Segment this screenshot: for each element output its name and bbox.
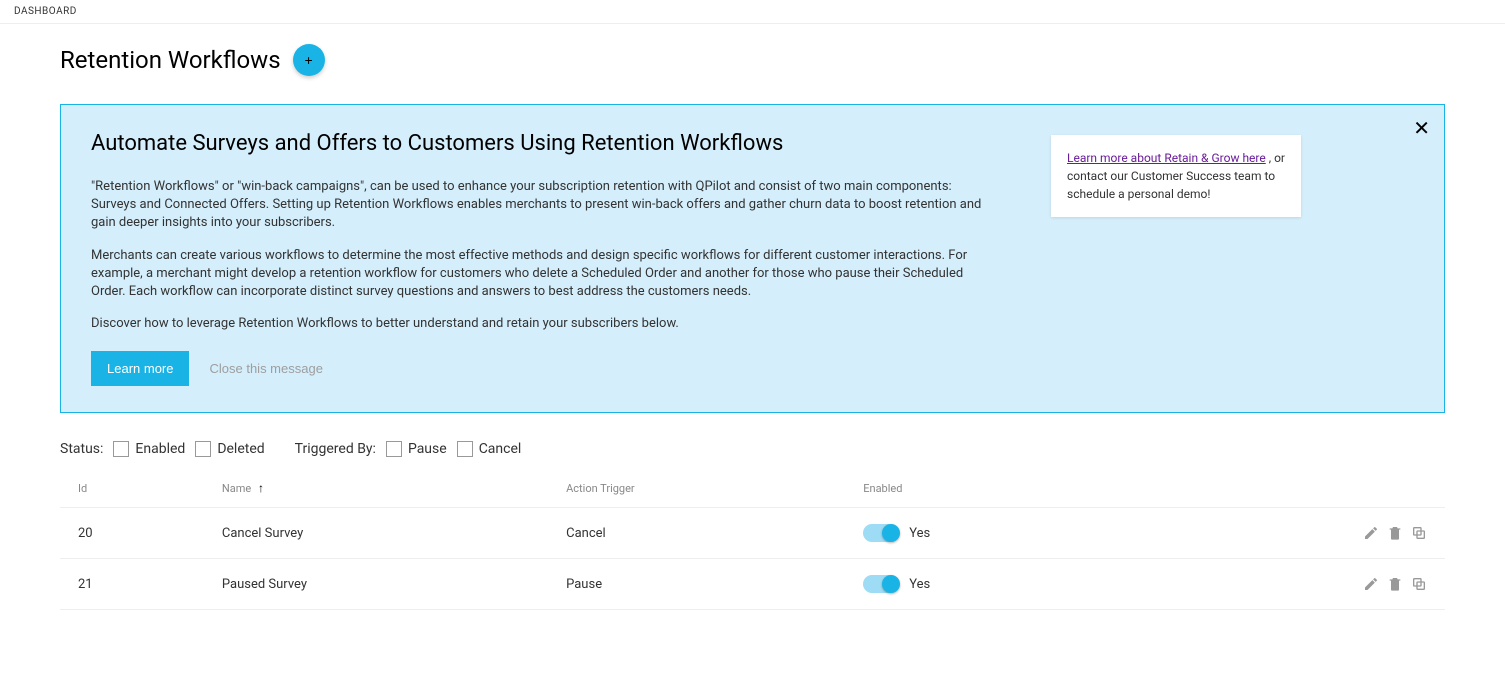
info-title: Automate Surveys and Offers to Customers…: [91, 131, 991, 156]
page-header: Retention Workflows +: [60, 44, 1445, 76]
cell-enabled: Yes: [845, 508, 1138, 559]
pause-checkbox[interactable]: Pause: [386, 441, 447, 457]
learn-more-button[interactable]: Learn more: [91, 351, 189, 386]
triggered-filter-group: Triggered By: Pause Cancel: [295, 441, 522, 457]
retain-grow-link[interactable]: Learn more about Retain & Grow here: [1067, 151, 1266, 165]
table-row: 20Cancel SurveyCancel Yes: [60, 508, 1445, 559]
copy-icon[interactable]: [1411, 576, 1427, 592]
enabled-toggle[interactable]: [863, 575, 899, 593]
edit-icon[interactable]: [1363, 525, 1379, 541]
enabled-checkbox-input[interactable]: [113, 441, 129, 457]
col-name-label: Name: [222, 482, 251, 495]
table-row: 21Paused SurveyPause Yes: [60, 559, 1445, 610]
page-title: Retention Workflows: [60, 46, 281, 74]
pause-checkbox-label: Pause: [408, 441, 447, 457]
delete-icon[interactable]: [1387, 525, 1403, 541]
deleted-checkbox[interactable]: Deleted: [195, 441, 264, 457]
delete-icon[interactable]: [1387, 576, 1403, 592]
cell-id: 21: [60, 559, 204, 610]
info-panel: ✕ Automate Surveys and Offers to Custome…: [60, 104, 1445, 413]
cancel-checkbox-label: Cancel: [479, 441, 522, 457]
col-name[interactable]: Name ↑: [204, 469, 548, 508]
side-card: Learn more about Retain & Grow here , or…: [1051, 135, 1301, 217]
cell-trigger: Cancel: [548, 508, 845, 559]
cancel-checkbox[interactable]: Cancel: [457, 441, 522, 457]
enabled-toggle[interactable]: [863, 524, 899, 542]
col-action-trigger[interactable]: Action Trigger: [548, 469, 845, 508]
add-workflow-button[interactable]: +: [293, 44, 325, 76]
sort-arrow-icon: ↑: [258, 481, 264, 495]
col-actions: [1138, 469, 1445, 508]
enabled-text: Yes: [909, 577, 930, 592]
info-main: Automate Surveys and Offers to Customers…: [91, 131, 991, 386]
status-filter-group: Status: Enabled Deleted: [60, 441, 265, 457]
cell-actions: [1138, 559, 1445, 610]
workflows-table: Id Name ↑ Action Trigger Enabled 20Cance…: [60, 469, 1445, 610]
status-label: Status:: [60, 441, 103, 457]
close-message-button[interactable]: Close this message: [209, 361, 322, 376]
deleted-checkbox-label: Deleted: [217, 441, 264, 457]
enabled-checkbox[interactable]: Enabled: [113, 441, 185, 457]
close-icon[interactable]: ✕: [1413, 119, 1430, 139]
cell-actions: [1138, 508, 1445, 559]
info-paragraph-1: "Retention Workflows" or "win-back campa…: [91, 178, 991, 233]
enabled-checkbox-label: Enabled: [135, 441, 185, 457]
cancel-checkbox-input[interactable]: [457, 441, 473, 457]
deleted-checkbox-input[interactable]: [195, 441, 211, 457]
col-id[interactable]: Id: [60, 469, 204, 508]
breadcrumb[interactable]: DASHBOARD: [0, 0, 1505, 24]
cell-id: 20: [60, 508, 204, 559]
cell-enabled: Yes: [845, 559, 1138, 610]
copy-icon[interactable]: [1411, 525, 1427, 541]
triggered-label: Triggered By:: [295, 441, 376, 457]
info-paragraph-3: Discover how to leverage Retention Workf…: [91, 315, 991, 333]
enabled-text: Yes: [909, 526, 930, 541]
cell-name: Cancel Survey: [204, 508, 548, 559]
col-enabled[interactable]: Enabled: [845, 469, 1138, 508]
edit-icon[interactable]: [1363, 576, 1379, 592]
info-paragraph-2: Merchants can create various workflows t…: [91, 247, 991, 302]
filters: Status: Enabled Deleted Triggered By: Pa…: [60, 441, 1445, 457]
cell-trigger: Pause: [548, 559, 845, 610]
pause-checkbox-input[interactable]: [386, 441, 402, 457]
cell-name: Paused Survey: [204, 559, 548, 610]
